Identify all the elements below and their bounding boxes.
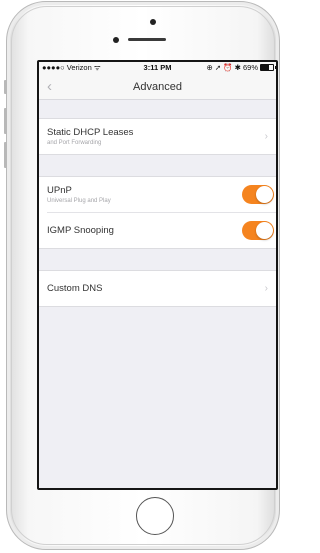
mute-switch bbox=[4, 80, 7, 94]
chevron-right-icon: › bbox=[264, 131, 268, 142]
status-icons: ⊕ ➚ ⏰ ✱ 69% bbox=[206, 63, 276, 72]
dns-group: Custom DNS › bbox=[39, 270, 276, 307]
phone-screen: ●●●●○ Verizon ᯤ 3:11 PM ⊕ ➚ ⏰ ✱ 69% ‹ Ad… bbox=[37, 60, 278, 490]
static-dhcp-title: Static DHCP Leases bbox=[47, 127, 134, 138]
static-dhcp-subtitle: and Port Forwarding bbox=[47, 140, 102, 146]
igmp-toggle[interactable] bbox=[242, 221, 274, 240]
toggle-knob bbox=[256, 186, 273, 203]
upnp-subtitle: Universal Plug and Play bbox=[47, 198, 111, 204]
toggle-knob bbox=[256, 222, 273, 239]
volume-down-button bbox=[4, 142, 7, 168]
camera-icon bbox=[150, 19, 156, 25]
network-toggles-group: UPnP Universal Plug and Play IGMP Snoopi… bbox=[39, 176, 276, 249]
custom-dns-title: Custom DNS bbox=[47, 283, 103, 294]
status-bar: ●●●●○ Verizon ᯤ 3:11 PM ⊕ ➚ ⏰ ✱ 69% bbox=[39, 62, 276, 74]
upnp-toggle[interactable] bbox=[242, 185, 274, 204]
navigation-bar: ‹ Advanced bbox=[39, 74, 276, 100]
battery-icon bbox=[260, 64, 276, 71]
earpiece-speaker bbox=[128, 38, 166, 41]
upnp-row: UPnP Universal Plug and Play bbox=[39, 177, 276, 212]
front-sensor-icon bbox=[113, 37, 119, 43]
volume-up-button bbox=[4, 108, 7, 134]
status-indicators: ⊕ ➚ ⏰ ✱ 69% bbox=[206, 63, 258, 72]
upnp-title: UPnP bbox=[47, 185, 72, 196]
igmp-row: IGMP Snooping bbox=[47, 212, 276, 248]
dhcp-group: Static DHCP Leases and Port Forwarding › bbox=[39, 118, 276, 155]
custom-dns-row[interactable]: Custom DNS › bbox=[39, 271, 276, 306]
static-dhcp-row[interactable]: Static DHCP Leases and Port Forwarding › bbox=[39, 119, 276, 154]
chevron-right-icon: › bbox=[264, 283, 268, 294]
igmp-title: IGMP Snooping bbox=[47, 225, 114, 236]
home-button[interactable] bbox=[136, 497, 174, 535]
page-title: Advanced bbox=[133, 81, 182, 93]
